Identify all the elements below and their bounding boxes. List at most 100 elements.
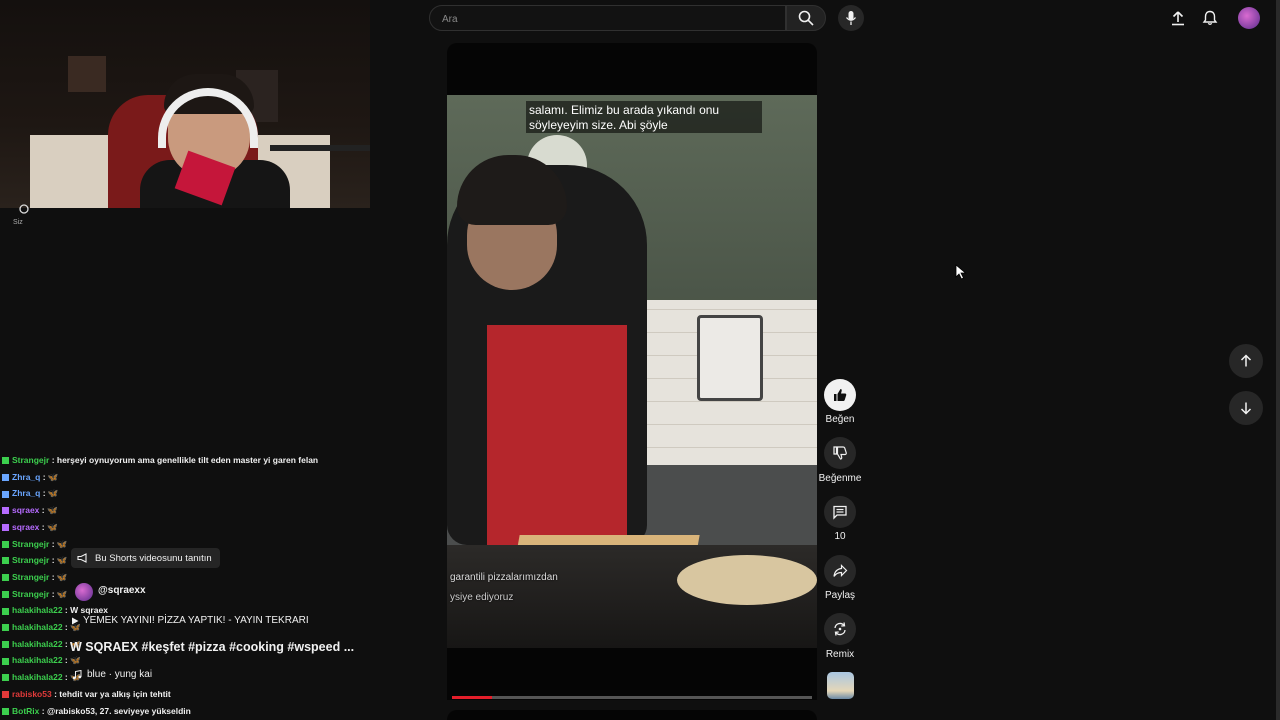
share-button[interactable] <box>824 555 856 587</box>
chat-message: Strangejr : 🦋 <box>2 539 67 550</box>
chat-separator: : <box>39 521 47 532</box>
video-progress-bar[interactable] <box>452 696 812 699</box>
chat-username[interactable]: rabisko53 <box>12 689 52 699</box>
chat-username[interactable]: halakihala22 <box>12 605 63 615</box>
arrow-down-icon <box>1240 402 1252 415</box>
video-overlay-text: ysiye ediyoruz <box>450 592 514 603</box>
chat-badge-icon <box>2 691 9 699</box>
chat-username[interactable]: Zhra_q <box>12 488 40 498</box>
account-avatar[interactable] <box>1238 7 1260 29</box>
like-label: Beğen <box>825 414 855 425</box>
video-description[interactable]: W SQRAEX #keşfet #pizza #cooking #wspeed… <box>70 640 354 654</box>
chat-username[interactable]: halakihala22 <box>12 639 63 649</box>
chat-message: sqraex : 🦋 <box>2 505 58 516</box>
chat-username[interactable]: BotRix <box>12 706 39 716</box>
chat-text: 🦋 <box>56 571 68 582</box>
chat-badge-icon <box>2 674 9 682</box>
search-input[interactable] <box>440 13 744 26</box>
chat-text: herşeyi oynuyorum ama genellikle tilt ed… <box>56 455 319 465</box>
chat-separator: : <box>49 555 57 566</box>
next-short-preview[interactable] <box>447 710 817 720</box>
chat-message: halakihala22 : 🦋 <box>2 672 81 683</box>
chat-username[interactable]: halakihala22 <box>12 672 63 682</box>
comments-count: 10 <box>834 531 846 542</box>
chat-message: BotRix : @rabisko53, 27. seviyeye yüksel… <box>2 706 191 716</box>
chat-badge-icon <box>2 507 9 515</box>
chat-username[interactable]: Zhra_q <box>12 472 40 482</box>
chat-username[interactable]: Strangejr <box>12 572 49 582</box>
video-overlay-text: garantili pizzalarımızdan <box>450 572 558 583</box>
chat-username[interactable]: sqraex <box>12 522 39 532</box>
channel-name[interactable]: @sqraexx <box>98 585 146 596</box>
upload-button[interactable] <box>1168 8 1188 28</box>
share-icon <box>833 564 848 577</box>
chat-badge-icon <box>2 590 9 598</box>
chat-text: tehdit var ya alkış için tehtit <box>59 688 171 699</box>
chat-separator: : <box>62 672 71 683</box>
chat-separator: : <box>40 471 48 482</box>
video-bottom-bar <box>447 648 817 700</box>
you-icon[interactable] <box>17 204 31 214</box>
chat-text: 🦋 <box>46 521 58 532</box>
stream-chat: Strangejr : herşeyi oynuyorum ama genell… <box>0 440 380 720</box>
chat-message: Zhra_q : 🦋 <box>2 488 59 499</box>
sound-thumbnail[interactable] <box>827 672 854 699</box>
chat-separator: : <box>49 571 57 582</box>
comments-button[interactable] <box>824 496 856 528</box>
pizza-base <box>677 555 817 605</box>
cutting-board <box>697 315 763 401</box>
chat-badge-icon <box>2 707 9 715</box>
mic-arm <box>270 145 370 151</box>
thumbs-down-icon <box>833 446 847 460</box>
notifications-button[interactable] <box>1200 8 1220 28</box>
chat-message: halakihala22 : 🦋 <box>2 655 81 666</box>
music-link[interactable]: blue · yung kai <box>72 669 152 680</box>
chat-text: 🦋 <box>47 488 59 499</box>
promote-label: Bu Shorts videosunu tanıtın <box>95 552 212 564</box>
bell-icon <box>1202 10 1218 25</box>
music-note-icon <box>72 669 82 679</box>
page-scrollbar[interactable] <box>1276 0 1280 720</box>
promote-short-button[interactable]: Bu Shorts videosunu tanıtın <box>71 548 220 568</box>
search-button[interactable] <box>786 5 826 31</box>
like-button[interactable] <box>824 379 856 411</box>
chat-separator: : <box>39 505 47 516</box>
chat-message: Strangejr : 🦋 <box>2 572 67 583</box>
chat-message: Strangejr : 🦋 <box>2 555 67 566</box>
share-label: Paylaş <box>824 590 855 601</box>
chat-username[interactable]: Strangejr <box>12 589 49 599</box>
chat-separator: : <box>62 655 71 666</box>
comment-icon <box>833 505 847 520</box>
chat-separator: : <box>62 605 71 616</box>
video-caption: salamı. Elimiz bu arada yıkandı onu söyl… <box>526 101 762 133</box>
related-video-link[interactable]: YEMEK YAYINI! PİZZA YAPTIK! - YAYIN TEKR… <box>71 615 309 626</box>
previous-short-button[interactable] <box>1229 344 1263 378</box>
shorts-video[interactable] <box>447 95 817 648</box>
upload-icon <box>1172 11 1184 26</box>
chat-badge-icon <box>2 473 9 481</box>
chat-badge-icon <box>2 490 9 498</box>
search-box[interactable] <box>429 5 786 31</box>
thumbs-up-icon <box>834 389 847 401</box>
next-short-button[interactable] <box>1229 391 1263 425</box>
chat-username[interactable]: Strangejr <box>12 539 49 549</box>
chat-username[interactable]: halakihala22 <box>12 655 63 665</box>
webcam-overlay <box>0 0 370 208</box>
dislike-button[interactable] <box>824 437 856 469</box>
channel-avatar[interactable] <box>75 583 93 601</box>
remix-button[interactable] <box>824 613 856 645</box>
microphone-icon <box>845 11 857 25</box>
chat-message: rabisko53 : tehdit var ya alkış için teh… <box>2 689 171 699</box>
chat-text: W sqraex <box>70 605 108 616</box>
chat-badge-icon <box>2 607 9 615</box>
chat-username[interactable]: Strangejr <box>12 555 49 565</box>
chat-username[interactable]: Strangejr <box>12 455 49 465</box>
chat-username[interactable]: halakihala22 <box>12 622 63 632</box>
chat-badge-icon <box>2 457 9 465</box>
chat-message: Strangejr : herşeyi oynuyorum ama genell… <box>2 455 318 465</box>
chat-username[interactable]: sqraex <box>12 505 39 515</box>
wall-picture <box>68 56 106 92</box>
chat-separator: : <box>49 455 57 465</box>
voice-search-button[interactable] <box>838 5 864 31</box>
chat-message: Zhra_q : 🦋 <box>2 472 59 483</box>
